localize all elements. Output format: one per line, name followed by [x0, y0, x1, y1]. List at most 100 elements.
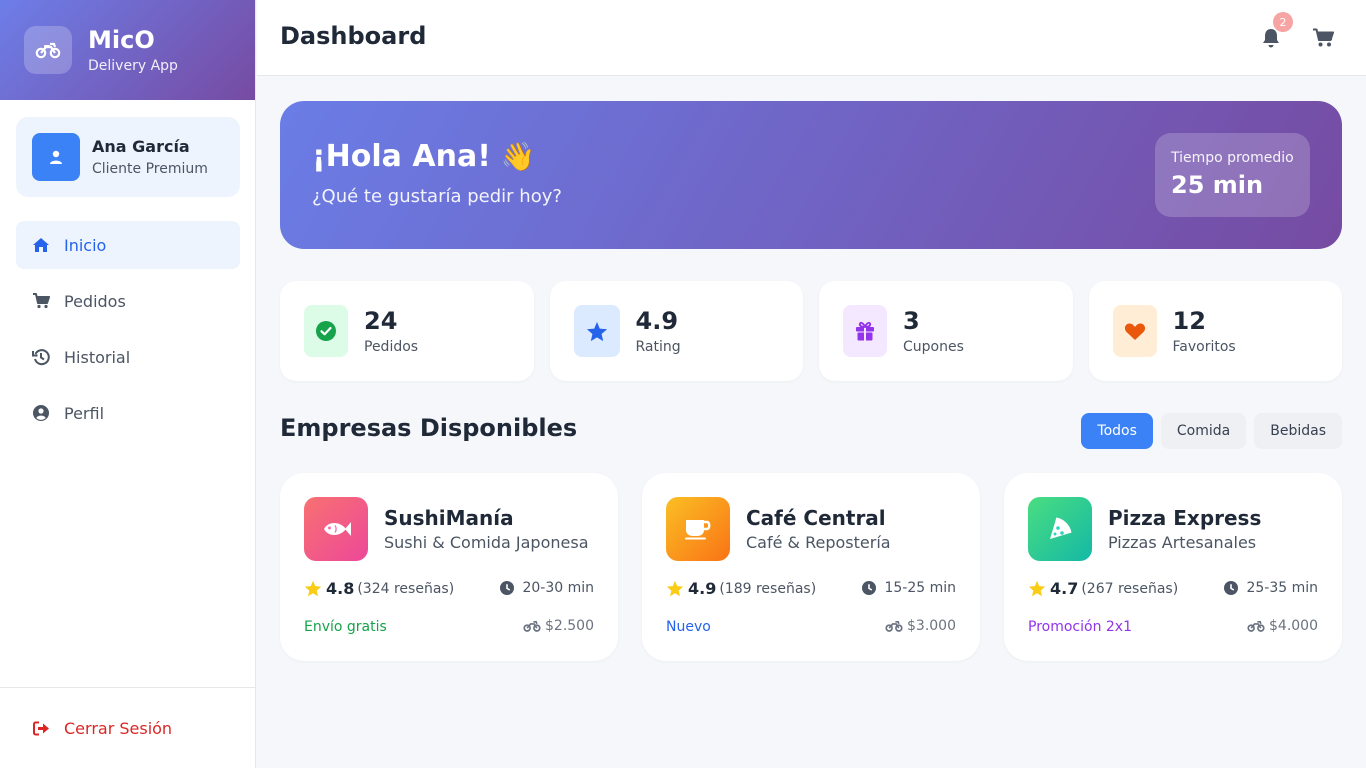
stat-card-pedidos: 24 Pedidos: [280, 281, 534, 381]
stat-value: 3: [903, 307, 920, 335]
company-rating: 4.7 (267 reseñas): [1028, 579, 1178, 598]
filter-todos[interactable]: Todos: [1081, 413, 1153, 449]
company-name: Café Central: [746, 506, 886, 530]
average-time-value: 25 min: [1171, 171, 1264, 199]
delivery-time-value: 15-25 min: [884, 580, 956, 596]
user-circle-icon: [32, 404, 50, 422]
company-cards: SushiManía Sushi & Comida Japonesa 4.8 (…: [280, 473, 1342, 661]
stats-row: 24 Pedidos 4.9 Rating 3 Cupones 12 Favor…: [280, 281, 1342, 381]
brand-subtitle: Delivery App: [88, 58, 178, 74]
motorcycle-icon: [523, 619, 541, 633]
notifications-button[interactable]: 2: [1253, 12, 1293, 56]
brand-name: MicO: [88, 26, 155, 54]
greeting: ¡Hola Ana! 👋: [312, 139, 536, 174]
sidebar-item-inicio[interactable]: Inicio: [16, 221, 240, 269]
waving-hand-icon: 👋: [500, 140, 536, 173]
star-icon: [1028, 580, 1046, 597]
review-count: (189 reseñas): [719, 580, 817, 597]
logout-label: Cerrar Sesión: [64, 718, 173, 738]
company-tag: Nuevo: [666, 619, 711, 635]
delivery-fee: $3.000: [885, 618, 956, 634]
average-time-card: Tiempo promedio 25 min: [1155, 133, 1310, 217]
delivery-time-value: 25-35 min: [1246, 580, 1318, 596]
notification-badge: 2: [1273, 12, 1293, 32]
star-icon: [304, 580, 322, 597]
stat-label: Rating: [635, 339, 681, 355]
stat-card-rating: 4.9 Rating: [549, 281, 803, 381]
sidebar-item-label: Pedidos: [64, 291, 126, 311]
motorcycle-icon: [24, 26, 72, 74]
brand-header: MicO Delivery App: [0, 0, 255, 100]
company-tag: Promoción 2x1: [1028, 619, 1132, 635]
fish-icon: [304, 497, 368, 561]
bell-icon: [1262, 28, 1280, 48]
filter-comida[interactable]: Comida: [1160, 413, 1247, 449]
star-icon: [666, 580, 684, 597]
company-name: Pizza Express: [1108, 506, 1262, 530]
delivery-fee: $4.000: [1247, 618, 1318, 634]
delivery-time: 25-35 min: [1224, 580, 1318, 596]
review-count: (324 reseñas): [357, 580, 455, 597]
sidebar-item-label: Perfil: [64, 403, 105, 423]
sidebar-item-label: Historial: [64, 347, 131, 367]
heart-icon: [1112, 305, 1157, 357]
sign-out-icon: [32, 719, 50, 737]
delivery-time: 20-30 min: [500, 580, 594, 596]
sidebar-nav: Inicio Pedidos Historial Perfil: [16, 221, 240, 445]
delivery-time: 15-25 min: [862, 580, 956, 596]
rating-value: 4.9: [688, 579, 717, 598]
sidebar-item-perfil[interactable]: Perfil: [16, 389, 240, 437]
company-card-cafe-central[interactable]: Café Central Café & Repostería 4.9 (189 …: [642, 473, 980, 661]
stat-card-favoritos: 12 Favoritos: [1088, 281, 1342, 381]
coffee-icon: [666, 497, 730, 561]
average-time-label: Tiempo promedio: [1171, 150, 1294, 166]
rating-value: 4.7: [1050, 579, 1079, 598]
user-role: Cliente Premium: [92, 161, 208, 177]
company-tag: Envío gratis: [304, 619, 387, 635]
clock-icon: [1224, 581, 1239, 595]
review-count: (267 reseñas): [1081, 580, 1179, 597]
delivery-fee-value: $3.000: [907, 618, 956, 634]
logout-button[interactable]: Cerrar Sesión: [16, 704, 240, 752]
motorcycle-icon: [885, 619, 903, 633]
logout-section: Cerrar Sesión: [0, 687, 256, 768]
filter-bebidas[interactable]: Bebidas: [1254, 413, 1342, 449]
star-icon: [573, 305, 620, 357]
gift-icon: [843, 305, 887, 357]
sidebar-item-historial[interactable]: Historial: [16, 333, 240, 381]
section-title: Empresas Disponibles: [280, 414, 578, 442]
delivery-fee-value: $2.500: [545, 618, 594, 634]
company-name: SushiManía: [384, 506, 514, 530]
clock-icon: [500, 581, 515, 595]
stat-value: 12: [1172, 307, 1206, 335]
company-rating: 4.9 (189 reseñas): [666, 579, 816, 598]
user-icon: [32, 133, 80, 181]
stat-value: 4.9: [635, 307, 679, 335]
category-filters: Todos Comida Bebidas: [1081, 413, 1342, 449]
stat-label: Cupones: [903, 339, 964, 355]
company-category: Pizzas Artesanales: [1108, 533, 1257, 552]
company-card-sushimania[interactable]: SushiManía Sushi & Comida Japonesa 4.8 (…: [280, 473, 618, 661]
cart-icon: [1312, 28, 1334, 48]
top-header: Dashboard 2: [257, 0, 1366, 76]
sidebar-item-pedidos[interactable]: Pedidos: [16, 277, 240, 325]
company-category: Sushi & Comida Japonesa: [384, 533, 589, 552]
sidebar-item-label: Inicio: [64, 235, 107, 255]
user-name: Ana García: [92, 137, 190, 156]
user-card[interactable]: Ana García Cliente Premium: [16, 117, 240, 197]
company-card-pizza-express[interactable]: Pizza Express Pizzas Artesanales 4.7 (26…: [1004, 473, 1342, 661]
check-circle-icon: [304, 305, 348, 357]
stat-label: Pedidos: [364, 339, 419, 355]
cart-icon: [32, 292, 50, 310]
clock-icon: [862, 581, 877, 595]
delivery-fee-value: $4.000: [1269, 618, 1318, 634]
motorcycle-icon: [1247, 619, 1265, 633]
stat-value: 24: [364, 307, 398, 335]
company-category: Café & Repostería: [746, 533, 891, 552]
stat-label: Favoritos: [1172, 339, 1236, 355]
greeting-text: ¡Hola Ana!: [312, 139, 491, 174]
delivery-time-value: 20-30 min: [522, 580, 594, 596]
rating-value: 4.8: [326, 579, 355, 598]
greeting-subtitle: ¿Qué te gustaría pedir hoy?: [312, 186, 562, 207]
cart-button[interactable]: [1305, 20, 1341, 56]
